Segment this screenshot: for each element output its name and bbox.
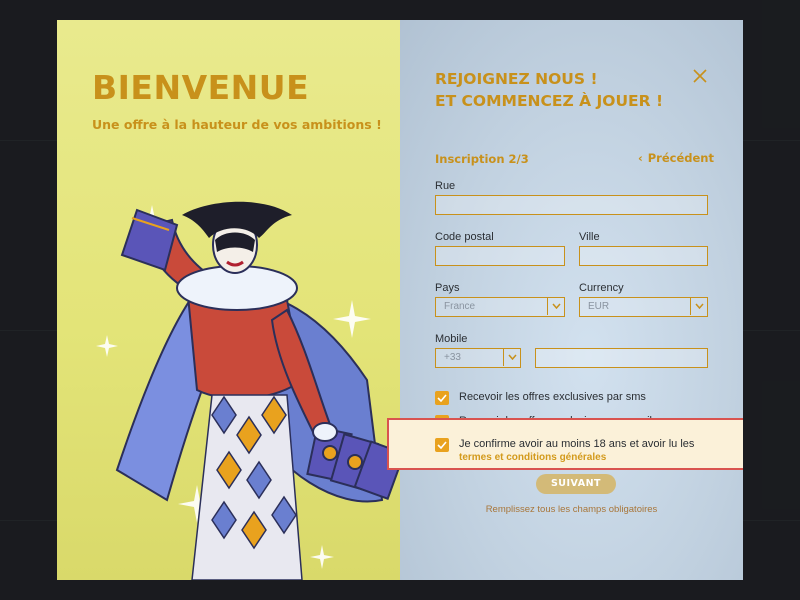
- terms-text: Je confirme avoir au moins 18 ans et avo…: [459, 438, 694, 464]
- step-indicator: Inscription 2/3: [435, 152, 529, 166]
- harlequin-illustration: [96, 201, 400, 580]
- form-title-line-2: ET COMMENCEZ À JOUER !: [435, 92, 664, 110]
- street-input[interactable]: [435, 195, 708, 215]
- terms-checkbox[interactable]: [435, 438, 449, 452]
- country-select[interactable]: France: [435, 297, 565, 317]
- welcome-title: BIENVENUE: [92, 68, 310, 107]
- terms-checkbox-row[interactable]: Je confirme avoir au moins 18 ans et avo…: [435, 438, 694, 464]
- terms-label: Je confirme avoir au moins 18 ans et avo…: [459, 438, 695, 450]
- previous-link[interactable]: ‹ Précédent: [638, 151, 714, 165]
- country-value: France: [444, 301, 476, 312]
- postal-code-input[interactable]: [435, 246, 565, 266]
- mobile-label: Mobile: [435, 333, 468, 345]
- close-icon[interactable]: [690, 66, 710, 86]
- next-button[interactable]: SUIVANT: [536, 474, 616, 494]
- chevron-down-icon: [690, 298, 707, 315]
- phone-prefix-value: +33: [444, 352, 461, 363]
- currency-select[interactable]: EUR: [579, 297, 708, 317]
- signup-form-panel: REJOIGNEZ NOUS ! ET COMMENCEZ À JOUER ! …: [400, 20, 743, 580]
- currency-value: EUR: [588, 301, 610, 312]
- city-input[interactable]: [579, 246, 708, 266]
- currency-label: Currency: [579, 282, 624, 294]
- city-label: Ville: [579, 231, 600, 243]
- form-title-line-1: REJOIGNEZ NOUS !: [435, 70, 598, 88]
- form-title: REJOIGNEZ NOUS ! ET COMMENCEZ À JOUER !: [435, 68, 663, 112]
- chevron-down-icon: [547, 298, 564, 315]
- sms-offers-checkbox-row[interactable]: Recevoir les offres exclusives par sms: [435, 391, 646, 405]
- checkmark-icon: [437, 441, 447, 449]
- mobile-input[interactable]: [535, 348, 708, 368]
- checkmark-icon: [437, 394, 447, 402]
- welcome-subtitle: Une offre à la hauteur de vos ambitions …: [92, 117, 382, 132]
- country-label: Pays: [435, 282, 460, 294]
- phone-prefix-select[interactable]: +33: [435, 348, 521, 368]
- registration-modal: BIENVENUE Une offre à la hauteur de vos …: [57, 20, 743, 580]
- previous-link-label: Précédent: [647, 151, 714, 165]
- sms-offers-label: Recevoir les offres exclusives par sms: [459, 391, 646, 403]
- sms-offers-checkbox[interactable]: [435, 391, 449, 405]
- postal-code-label: Code postal: [435, 231, 494, 243]
- chevron-left-icon: ‹: [638, 151, 643, 165]
- terms-link[interactable]: termes et conditions générales: [459, 451, 694, 464]
- chevron-down-icon: [503, 349, 520, 366]
- street-label: Rue: [435, 180, 456, 192]
- welcome-panel: BIENVENUE Une offre à la hauteur de vos …: [57, 20, 400, 580]
